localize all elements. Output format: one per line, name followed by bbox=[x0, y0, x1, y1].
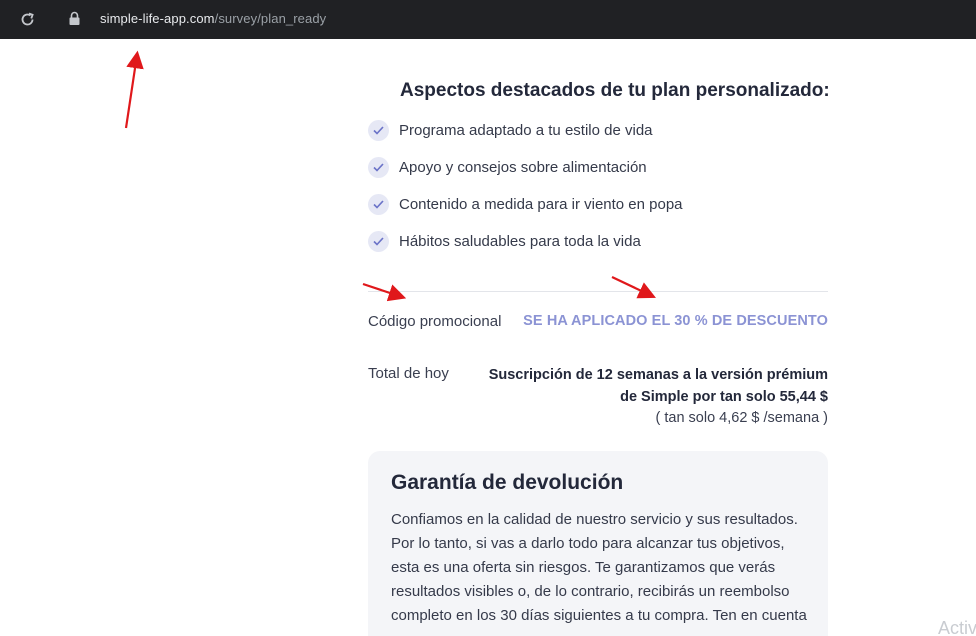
weekly-price: ( tan solo 4,62 $ /semana ) bbox=[655, 410, 829, 426]
feature-item: Apoyo y consejos sobre alimentación bbox=[368, 155, 647, 179]
page: simple-life-app.com/survey/plan_ready As… bbox=[0, 0, 976, 636]
check-icon bbox=[368, 193, 389, 215]
feature-label: Contenido a medida para ir viento en pop… bbox=[399, 195, 683, 213]
reload-icon[interactable] bbox=[19, 11, 36, 28]
total-today-label: Total de hoy bbox=[368, 365, 449, 382]
feature-item: Contenido a medida para ir viento en pop… bbox=[368, 192, 683, 216]
subscription-description: Suscripción de 12 semanas a la versión p… bbox=[488, 367, 828, 405]
guarantee-text: Confiamos en la calidad de nuestro servi… bbox=[391, 511, 807, 636]
divider bbox=[368, 291, 828, 292]
check-icon bbox=[368, 156, 389, 178]
feature-item: Programa adaptado a tu estilo de vida bbox=[368, 118, 653, 142]
url-host: simple-life-app.com bbox=[100, 11, 215, 26]
check-icon bbox=[368, 119, 389, 141]
activation-watermark: Activ bbox=[938, 618, 976, 636]
money-back-guarantee-card: Garantía de devolución Confiamos en la c… bbox=[368, 451, 828, 636]
promo-code-label: Código promocional bbox=[368, 313, 502, 330]
feature-label: Programa adaptado a tu estilo de vida bbox=[399, 121, 653, 139]
annotation-arrow-promo-value bbox=[611, 276, 656, 299]
promo-code-applied: SE HA APLICADO EL 30 % DE DESCUENTO bbox=[523, 313, 828, 329]
annotation-arrow-url bbox=[124, 50, 144, 129]
check-icon bbox=[368, 230, 389, 252]
url-field[interactable]: simple-life-app.com/survey/plan_ready bbox=[100, 11, 326, 26]
browser-address-bar: simple-life-app.com/survey/plan_ready bbox=[0, 0, 976, 39]
plan-highlights-title: Aspectos destacados de tu plan personali… bbox=[400, 80, 830, 101]
url-path: /survey/plan_ready bbox=[214, 11, 327, 26]
lock-icon[interactable] bbox=[68, 11, 81, 26]
feature-label: Apoyo y consejos sobre alimentación bbox=[399, 158, 647, 176]
feature-item: Hábitos saludables para toda la vida bbox=[368, 229, 641, 253]
feature-label: Hábitos saludables para toda la vida bbox=[399, 232, 641, 250]
guarantee-title: Garantía de devolución bbox=[391, 471, 624, 494]
